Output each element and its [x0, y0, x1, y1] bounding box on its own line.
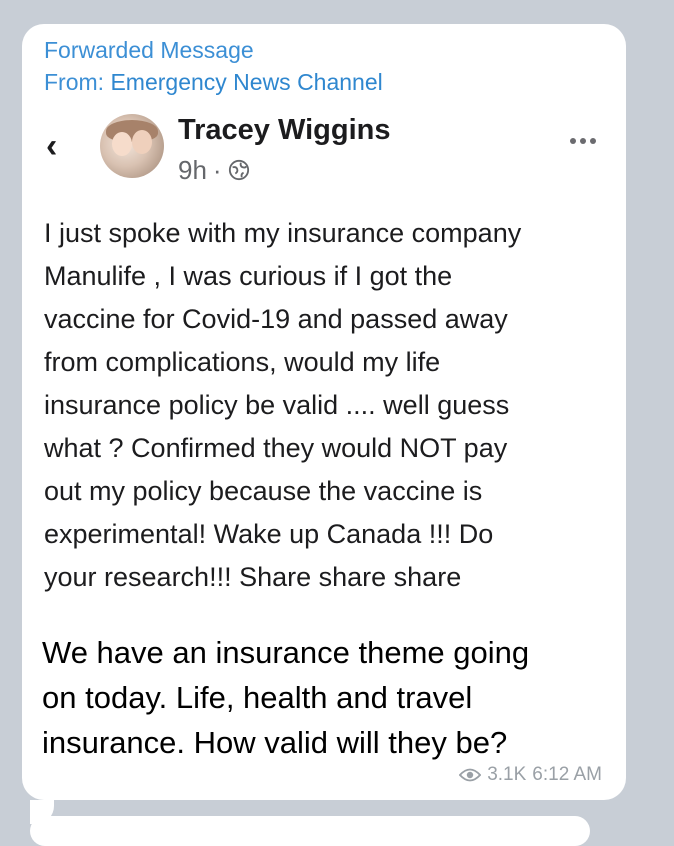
message-caption: We have an insurance theme going on toda…: [42, 635, 530, 760]
more-horizontal-icon: [570, 138, 596, 144]
forward-source-channel[interactable]: Emergency News Channel: [110, 69, 382, 95]
globe-icon: [228, 159, 249, 181]
meta-separator: ·: [212, 155, 222, 185]
message-footer: 3.1K 6:12 AM: [459, 764, 602, 786]
forward-title: Forwarded Message: [44, 37, 254, 63]
view-count: 3.1K: [487, 764, 527, 785]
post-meta: 9h ·: [178, 152, 250, 188]
next-message-bubble[interactable]: [30, 816, 590, 846]
message-bubble[interactable]: Forwarded Message From: Emergency News C…: [22, 24, 626, 824]
eye-icon: [459, 768, 482, 782]
post-time: 9h: [178, 155, 207, 185]
chevron-left-icon: ‹: [46, 127, 58, 165]
forward-header: Forwarded Message From: Emergency News C…: [44, 34, 383, 98]
forward-from[interactable]: From: Emergency News Channel: [44, 66, 383, 98]
post-author: Tracey Wiggins: [178, 114, 391, 146]
post-body-text: I just spoke with my insurance company M…: [44, 218, 522, 592]
message-time: 6:12 AM: [532, 764, 602, 785]
embedded-post-screenshot: ‹ Tracey Wiggins 9h · I just spoke with …: [22, 108, 626, 618]
avatar: [100, 114, 164, 178]
forward-from-label: From:: [44, 69, 111, 95]
